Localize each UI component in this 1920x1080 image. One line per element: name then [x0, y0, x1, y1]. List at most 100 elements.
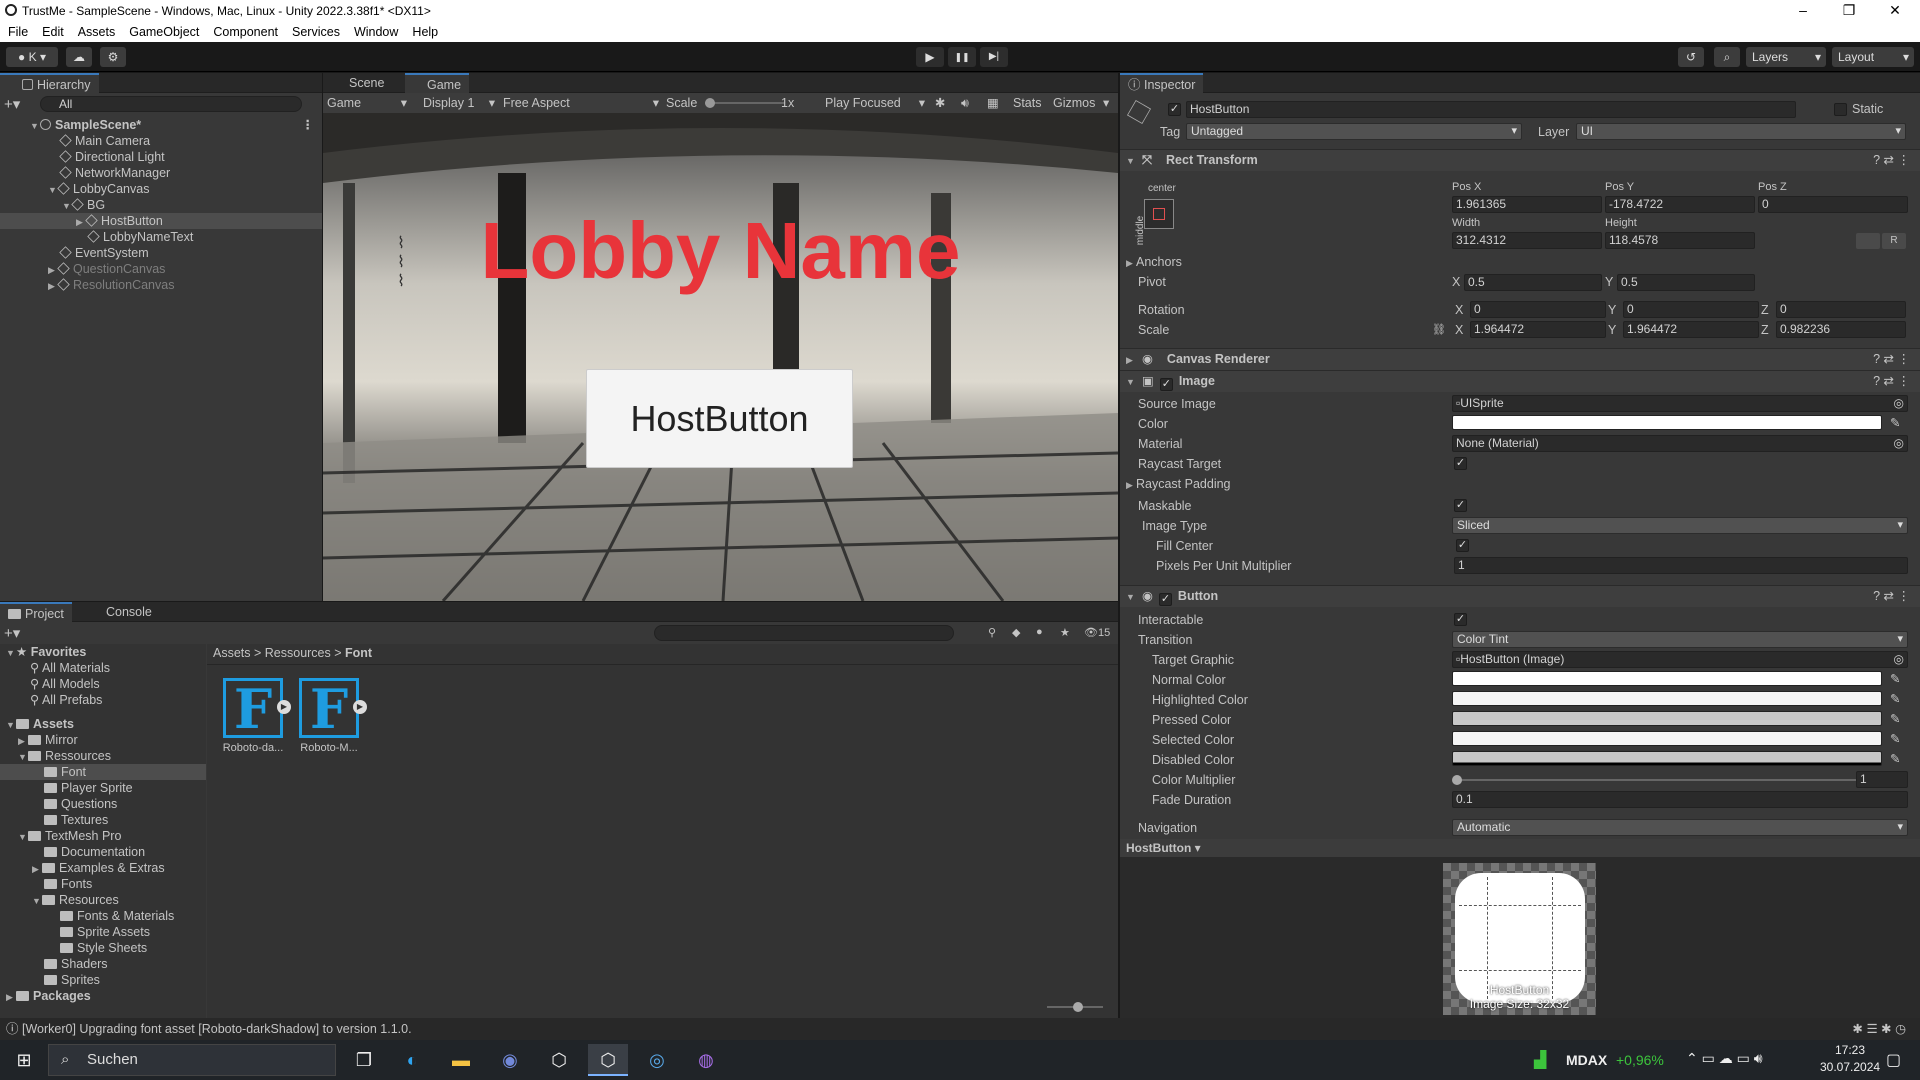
play-button[interactable]: ▶ — [916, 47, 944, 67]
button-enabled-checkbox[interactable]: ✓ — [1158, 593, 1172, 606]
tree-examples-extras[interactable]: ▶ Examples & Extras — [0, 860, 206, 876]
assets-header[interactable]: ▼ Assets — [0, 716, 206, 732]
tree-sprites[interactable]: Sprites — [0, 972, 206, 988]
object-name-input[interactable]: HostButton — [1186, 101, 1796, 118]
task-view-icon[interactable]: ❐ — [344, 1044, 384, 1076]
notification-center-icon[interactable]: ▢ — [1886, 1050, 1901, 1070]
material-field[interactable]: None (Material) ◎ — [1452, 435, 1908, 452]
tree-sprite-assets[interactable]: Sprite Assets — [0, 924, 206, 940]
pressed-color-swatch[interactable] — [1452, 711, 1882, 726]
unity-editor-icon[interactable]: ⬡ — [588, 1044, 628, 1076]
posx-field[interactable]: 1.961365 — [1452, 196, 1602, 213]
selected-color-swatch[interactable] — [1452, 731, 1882, 746]
tree-mirror[interactable]: ▶ Mirror — [0, 732, 206, 748]
scale-slider-thumb[interactable] — [705, 98, 715, 108]
gizmos-button[interactable]: Gizmos — [1053, 93, 1095, 113]
menu-gameobject[interactable]: GameObject — [129, 25, 199, 39]
tag-dropdown[interactable]: Untagged — [1186, 123, 1522, 140]
eyedropper-icon[interactable]: ✎ — [1890, 751, 1900, 766]
tree-documentation[interactable]: Documentation — [0, 844, 206, 860]
scale-y-field[interactable]: 1.964472 — [1623, 321, 1759, 338]
tree-questions[interactable]: Questions — [0, 796, 206, 812]
step-button[interactable]: ▶| — [980, 47, 1008, 67]
hierarchy-item-networkmanager[interactable]: NetworkManager — [0, 165, 322, 181]
rotation-y-field[interactable]: 0 — [1623, 301, 1759, 318]
hierarchy-item-samplescene[interactable]: ▼ SampleScene* ⋮ — [0, 117, 322, 133]
navigation-dropdown[interactable]: Automatic — [1452, 819, 1908, 836]
pivot-x-field[interactable]: 0.5 — [1464, 274, 1602, 291]
menu-services[interactable]: Services — [292, 25, 340, 39]
constrain-proportions-icon[interactable]: ⛓ — [1432, 323, 1446, 336]
rotation-z-field[interactable]: 0 — [1776, 301, 1906, 318]
color-swatch[interactable] — [1452, 415, 1882, 430]
hierarchy-item-eventsystem[interactable]: EventSystem — [0, 245, 322, 261]
icon-size-slider-thumb[interactable] — [1073, 1002, 1083, 1012]
project-add-button[interactable]: +▾ — [4, 624, 20, 642]
ticker-change[interactable]: +0,96% — [1616, 1052, 1664, 1068]
expand-asset-icon[interactable]: ▶ — [353, 700, 367, 714]
mute-audio-icon[interactable]: 🔊︎ — [961, 93, 969, 113]
tree-fonts[interactable]: Fonts — [0, 876, 206, 892]
breadcrumb-assets[interactable]: Assets — [213, 646, 251, 660]
scale-z-field[interactable]: 0.982236 — [1776, 321, 1906, 338]
image-type-dropdown[interactable]: Sliced — [1452, 517, 1908, 534]
pause-button[interactable]: ❚❚ — [948, 47, 976, 67]
edge-icon[interactable]: ◐ — [392, 1044, 432, 1076]
hierarchy-item-bg[interactable]: ▼ BG — [0, 197, 322, 213]
eyedropper-icon[interactable]: ✎ — [1890, 671, 1900, 686]
filter-by-label-icon[interactable]: ◆ — [1012, 626, 1020, 639]
game-viewport[interactable]: ⌇⌇⌇ Lobby Name HostButton — [323, 113, 1118, 601]
expand-asset-icon[interactable]: ▶ — [277, 700, 291, 714]
image-component-header[interactable]: ▼ ▣ ✓ Image? ⇄ ⋮ — [1120, 370, 1920, 392]
source-image-field[interactable]: ▫UISprite ◎ — [1452, 395, 1908, 412]
eyedropper-icon[interactable]: ✎ — [1890, 691, 1900, 706]
scale-x-field[interactable]: 1.964472 — [1470, 321, 1606, 338]
play-focused-dropdown[interactable]: Play Focused ▾ — [825, 93, 929, 113]
tab-project[interactable]: Project — [0, 602, 72, 623]
packages-header[interactable]: ▶ Packages — [0, 988, 206, 1004]
add-button[interactable]: +▾ — [4, 95, 24, 113]
hierarchy-item-lobbycanvas[interactable]: ▼ LobbyCanvas — [0, 181, 322, 197]
breadcrumb-font[interactable]: Font — [345, 646, 372, 660]
rotation-x-field[interactable]: 0 — [1470, 301, 1606, 318]
menu-edit[interactable]: Edit — [42, 25, 64, 39]
static-checkbox[interactable] — [1834, 103, 1847, 116]
breadcrumb-ressources[interactable]: Ressources — [265, 646, 331, 660]
disabled-color-swatch[interactable] — [1452, 751, 1882, 766]
menu-component[interactable]: Component — [213, 25, 278, 39]
tree-font[interactable]: Font — [0, 764, 206, 780]
tray-icons[interactable]: ⌃ ▭ ☁ ▭ 🔊︎ — [1686, 1050, 1763, 1067]
favorite-all-prefabs[interactable]: ⚲ All Prefabs — [0, 692, 206, 708]
tab-console[interactable]: Console — [84, 602, 160, 623]
active-checkbox[interactable]: ✓ — [1168, 103, 1181, 116]
taskbar-search-box[interactable]: ⌕ Suchen — [48, 1044, 336, 1076]
raycast-padding-foldout[interactable]: ▶ Raycast Padding — [1126, 477, 1231, 491]
hidden-packages-count[interactable]: 👁︎15 — [1084, 626, 1110, 639]
width-field[interactable]: 312.4312 — [1452, 232, 1602, 249]
account-dropdown[interactable]: ● K ▾ — [6, 47, 58, 67]
aspect-dropdown[interactable]: Free Aspect ▾ — [503, 93, 663, 113]
gizmos-dropdown-icon[interactable]: ▾ — [1103, 93, 1109, 113]
maximize-button[interactable]: ❐ — [1826, 0, 1872, 22]
fill-center-checkbox[interactable]: ✓ — [1456, 539, 1469, 552]
tree-textures[interactable]: Textures — [0, 812, 206, 828]
tab-scene[interactable]: Scene — [327, 73, 392, 94]
favorites-header[interactable]: ▼★ Favorites — [0, 644, 206, 660]
filter-by-type-icon[interactable]: ⚲ — [988, 626, 996, 639]
filter-by-log-icon[interactable]: ● — [1036, 626, 1043, 638]
game-mode-dropdown[interactable]: Game ▾ — [327, 93, 411, 113]
anchor-presets-button[interactable] — [1144, 199, 1174, 229]
hierarchy-item-questioncanvas[interactable]: ▶ QuestionCanvas — [0, 261, 322, 277]
grid-icon[interactable]: ▦ — [987, 93, 999, 113]
posy-field[interactable]: -178.4722 — [1605, 196, 1755, 213]
layers-dropdown[interactable]: Layers ▾ — [1746, 47, 1826, 67]
tree-ressources[interactable]: ▼ Ressources — [0, 748, 206, 764]
bug-icon[interactable]: ✱ — [935, 93, 945, 113]
tree-resources[interactable]: ▼ Resources — [0, 892, 206, 908]
layer-dropdown[interactable]: UI — [1576, 123, 1906, 140]
tree-style-sheets[interactable]: Style Sheets — [0, 940, 206, 956]
blueprint-mode-button[interactable] — [1856, 233, 1880, 249]
favorite-all-materials[interactable]: ⚲ All Materials — [0, 660, 206, 676]
transition-dropdown[interactable]: Color Tint — [1452, 631, 1908, 648]
status-message[interactable]: [Worker0] Upgrading font asset [Roboto-d… — [22, 1022, 412, 1036]
